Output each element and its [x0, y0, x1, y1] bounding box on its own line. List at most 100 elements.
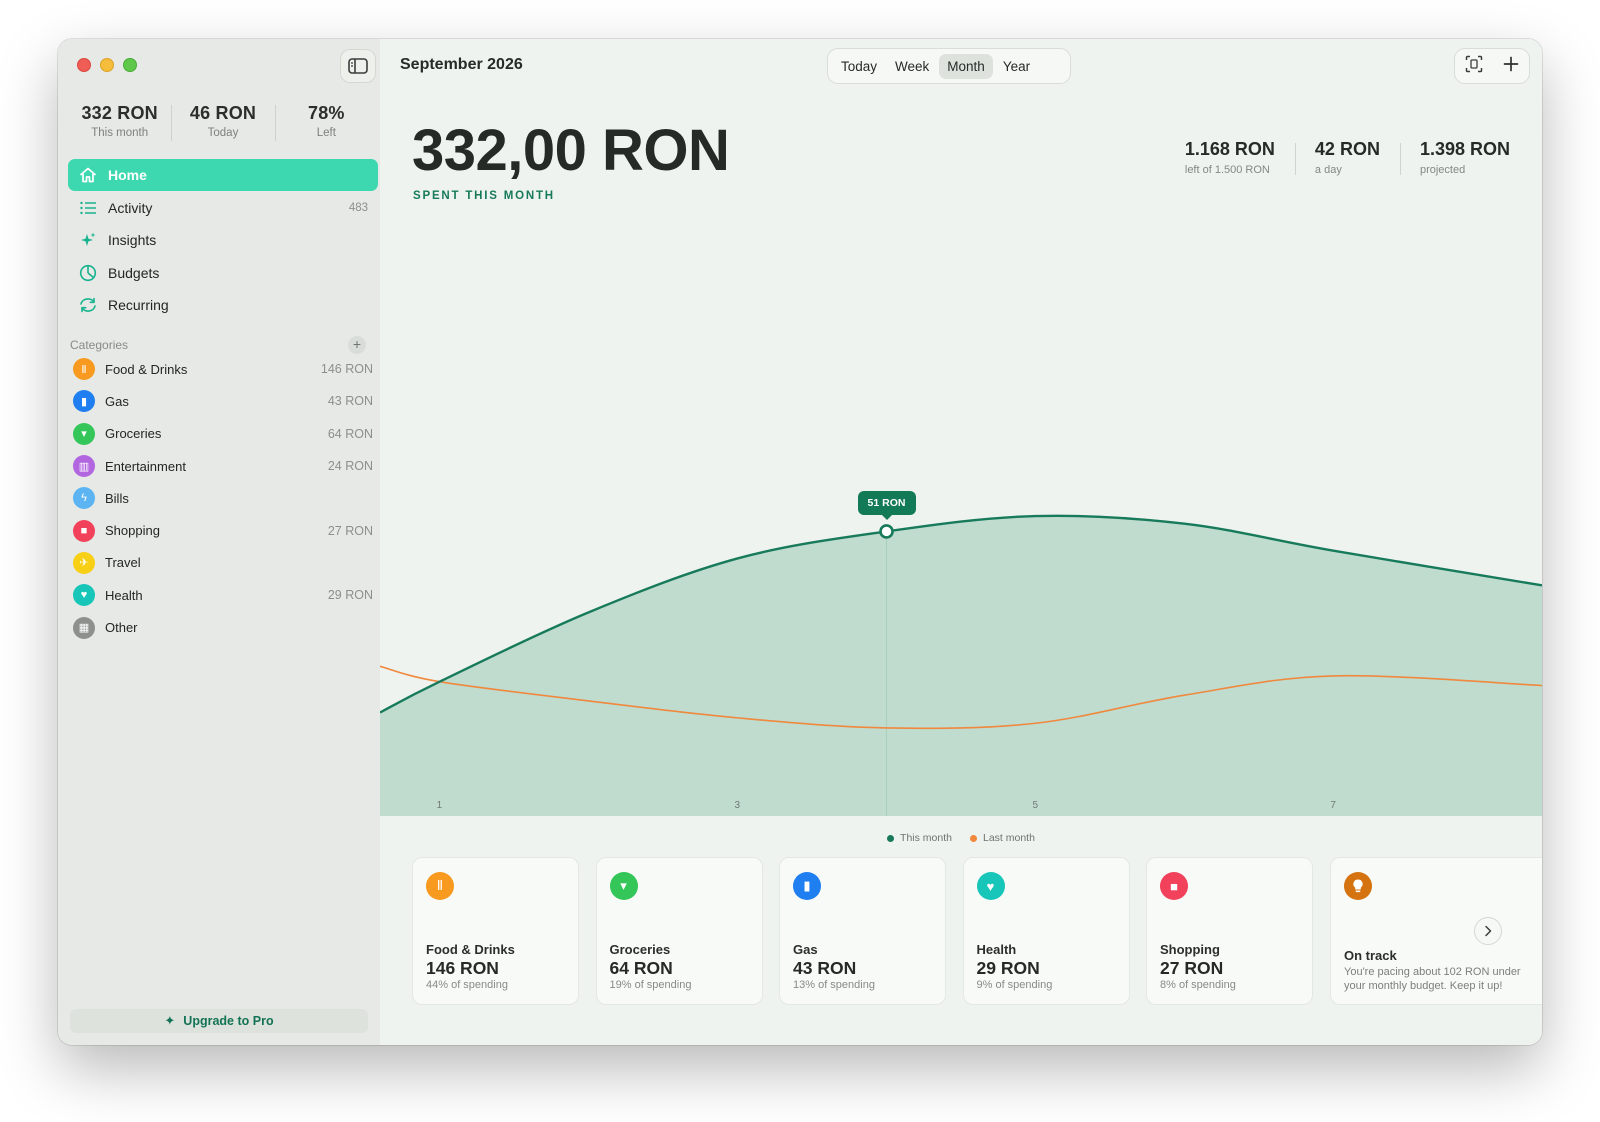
on-track-card[interactable]: On track You're pacing about 102 RON und… [1330, 857, 1542, 1005]
sidebar-item-label: Home [108, 167, 147, 183]
heart-icon: ♥ [976, 872, 1005, 900]
highlight-point[interactable] [879, 524, 894, 539]
category-amount: 27 RON [327, 523, 373, 538]
sidebar-item-home[interactable]: Home [68, 159, 378, 191]
sidebar-item-insights[interactable]: Insights [68, 224, 378, 256]
legend-last-month: Last month [969, 832, 1035, 844]
card-percent: 13% of spending [793, 979, 875, 991]
app-window: 332 RON This month 46 RON Today 78% Left… [58, 39, 1542, 1045]
sidebar-nav: Home Activity 483 Insights Budgets Recur… [68, 159, 378, 322]
bolt-icon: ϟ [73, 487, 95, 510]
recurring-arrows-icon [78, 295, 98, 315]
scan-receipt-button[interactable] [1465, 55, 1483, 78]
stat-left: 78% Left [274, 103, 378, 141]
card-category-name: Gas [793, 942, 818, 957]
category-amount: 29 RON [327, 588, 373, 603]
card-category-name: Food & Drinks [426, 942, 515, 957]
category-card-gas[interactable]: ▮ Gas 43 RON 13% of spending [779, 857, 946, 1005]
spent-caption: SPENT THIS MONTH [413, 190, 555, 202]
sidebar-item-budgets[interactable]: Budgets [68, 257, 378, 289]
category-amount: 64 RON [327, 426, 373, 441]
card-category-name: Groceries [609, 942, 671, 957]
chevron-right-icon [1485, 925, 1492, 937]
category-card-groceries[interactable]: ▾ Groceries 64 RON 19% of spending [595, 857, 763, 1005]
bag-icon: ■ [1160, 872, 1188, 900]
sidebar-item-label: Recurring [108, 297, 169, 313]
sidebar-category-shopping[interactable]: ■ Shopping 27 RON [68, 514, 378, 546]
sparkles-icon: ✦ [164, 1013, 176, 1028]
category-name: Food & Drinks [105, 361, 188, 377]
activity-count-badge: 483 [348, 201, 368, 214]
kpi-per-day: 42 RON a day [1294, 139, 1400, 176]
sidebar-item-recurring[interactable]: Recurring [68, 289, 378, 321]
heart-icon: ♥ [73, 584, 95, 607]
segment-year[interactable]: Year [995, 54, 1038, 79]
stat-today: 46 RON Today [171, 103, 274, 141]
fork-knife-icon: Ⅱ [426, 872, 454, 900]
sidebar-item-label: Activity [108, 199, 153, 216]
category-name: Bills [105, 490, 129, 506]
segment-month[interactable]: Month [939, 53, 993, 79]
toolbar-actions [1454, 48, 1530, 84]
category-card-shopping[interactable]: ■ Shopping 27 RON 8% of spending [1146, 857, 1313, 1005]
sidebar-category-entertainment[interactable]: ▥ Entertainment 24 RON [68, 450, 378, 482]
cart-icon: ▾ [609, 872, 638, 900]
segment-today[interactable]: Today [833, 54, 885, 79]
close-window-button[interactable] [77, 58, 91, 72]
card-amount: 146 RON [426, 958, 499, 978]
category-list: Ⅱ Food & Drinks 146 RON ▮ Gas 43 RON ▾ Grocerie… [68, 353, 378, 644]
sidebar: 332 RON This month 46 RON Today 78% Left… [58, 39, 387, 1045]
kpi-projected: 1.398 RON projected [1399, 139, 1520, 176]
category-name: Other [105, 620, 138, 636]
sidebar-item-activity[interactable]: Activity 483 [68, 192, 378, 224]
x-tick-label: 1 [436, 800, 443, 811]
sidebar-category-travel[interactable]: ✈ Travel [68, 547, 378, 579]
legend-swatch [969, 834, 977, 842]
sidebar-category-health[interactable]: ♥ Health 29 RON [68, 579, 378, 611]
main-panel: September 2026 Today Week Month Year 332… [380, 39, 1542, 1045]
category-card-food-drinks[interactable]: Ⅱ Food & Drinks 146 RON 44% of spending [412, 857, 579, 1005]
sparkles-icon [78, 230, 98, 250]
sidebar-category-groceries[interactable]: ▾ Groceries 64 RON [68, 418, 378, 450]
chart-svg [380, 514, 1542, 855]
upgrade-button[interactable]: ✦ Upgrade to Pro [70, 1009, 368, 1033]
spending-chart[interactable] [380, 439, 1542, 855]
spent-amount: 332,00 RON [412, 118, 730, 183]
stat-this-month: 332 RON This month [81, 103, 158, 139]
card-amount: 43 RON [793, 958, 857, 978]
category-amount: 146 RON [320, 362, 373, 377]
pie-chart-icon [78, 263, 98, 283]
kpi-row: 1.168 RON left of 1.500 RON 42 RON a day… [1165, 139, 1520, 176]
chart-legend: This month Last month [380, 832, 1542, 844]
list-icon [78, 198, 98, 218]
sidebar-item-label: Budgets [108, 264, 160, 281]
legend-swatch [887, 834, 895, 842]
sidebar-category-gas[interactable]: ▮ Gas 43 RON [68, 385, 378, 417]
card-percent: 8% of spending [1160, 979, 1236, 991]
category-name: Entertainment [105, 458, 186, 474]
add-category-button[interactable]: + [348, 336, 366, 354]
card-amount: 64 RON [609, 958, 673, 978]
card-amount: 29 RON [976, 958, 1040, 978]
card-percent: 44% of spending [426, 979, 508, 991]
bag-icon: ■ [73, 519, 95, 542]
minimize-window-button[interactable] [100, 58, 114, 72]
add-transaction-button[interactable] [1503, 56, 1519, 77]
sidebar-toggle-button[interactable] [340, 49, 376, 83]
kpi-left-of-budget: 1.168 RON left of 1.500 RON [1184, 139, 1275, 176]
x-tick-label: 3 [734, 800, 741, 811]
legend-this-month: This month [887, 832, 952, 844]
category-name: Travel [105, 555, 141, 571]
scan-icon [1465, 55, 1483, 72]
category-card-health[interactable]: ♥ Health 29 RON 9% of spending [962, 857, 1130, 1005]
sidebar-category-food-drinks[interactable]: Ⅱ Food & Drinks 146 RON [68, 353, 378, 385]
zoom-window-button[interactable] [123, 58, 137, 72]
card-amount: 27 RON [1160, 958, 1224, 978]
sidebar-category-other[interactable]: ▦ Other [68, 611, 378, 643]
cards-next-button[interactable] [1474, 917, 1502, 945]
sidebar-category-bills[interactable]: ϟ Bills [68, 482, 378, 514]
card-percent: 19% of spending [609, 979, 692, 991]
x-tick-label: 7 [1330, 800, 1336, 811]
segment-week[interactable]: Week [887, 54, 937, 79]
x-tick-label: 5 [1032, 800, 1039, 811]
